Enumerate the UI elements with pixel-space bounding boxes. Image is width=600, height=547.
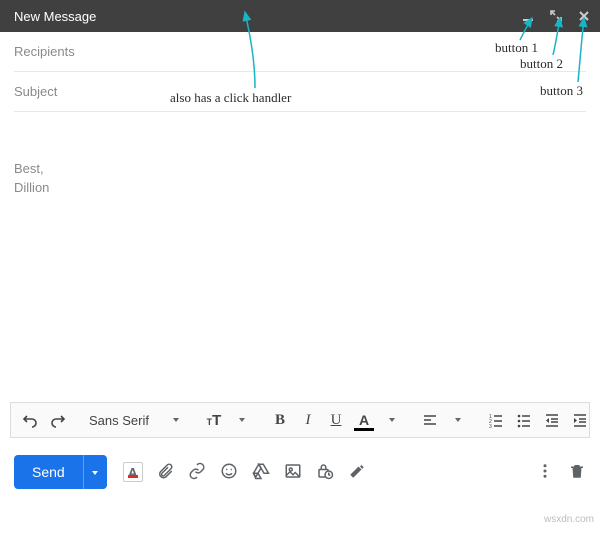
send-button-group: Send [14, 455, 107, 489]
underline-button[interactable]: U [323, 407, 349, 433]
paperclip-icon [156, 462, 174, 483]
insert-drive-button[interactable] [251, 462, 271, 482]
bottom-bar: Send A [0, 446, 600, 498]
indent-more-icon [572, 412, 588, 428]
pen-icon [348, 462, 366, 483]
trash-icon [568, 467, 586, 483]
text-format-button[interactable]: A [123, 462, 143, 482]
subject-field[interactable]: Subject [14, 72, 586, 112]
more-vertical-icon [536, 467, 554, 483]
send-options-dropdown[interactable] [83, 455, 107, 489]
font-family-label: Sans Serif [89, 413, 149, 428]
emoji-icon [220, 462, 238, 483]
close-icon [577, 9, 591, 23]
image-icon [284, 462, 302, 483]
align-left-icon [422, 412, 438, 428]
redo-button[interactable] [45, 407, 71, 433]
attach-file-button[interactable] [155, 462, 175, 482]
confidential-mode-button[interactable] [315, 462, 335, 482]
subject-label: Subject [14, 84, 57, 99]
more-options-button[interactable] [536, 462, 554, 483]
color-bar [354, 428, 374, 431]
text-color-dropdown[interactable] [379, 407, 405, 433]
chevron-down-icon [388, 416, 396, 424]
insert-emoji-button[interactable] [219, 462, 239, 482]
undo-icon [22, 412, 38, 428]
indent-more-button[interactable] [567, 407, 593, 433]
insert-signature-button[interactable] [347, 462, 367, 482]
svg-text:3: 3 [489, 424, 492, 428]
numbered-list-icon: 123 [488, 412, 504, 428]
recipients-field[interactable]: Recipients [14, 32, 586, 72]
close-button[interactable] [576, 8, 592, 24]
small-t-icon: T [207, 417, 213, 427]
insert-photo-button[interactable] [283, 462, 303, 482]
link-icon [188, 462, 206, 483]
font-size-dropdown[interactable] [229, 407, 255, 433]
big-t-icon: T [212, 412, 221, 429]
minimize-icon [521, 9, 535, 23]
align-dropdown[interactable] [445, 407, 471, 433]
insert-link-button[interactable] [187, 462, 207, 482]
bulleted-list-button[interactable] [511, 407, 537, 433]
body-line-1: Best, [14, 160, 586, 179]
lock-clock-icon [316, 462, 334, 483]
message-body[interactable]: Best, Dillion [0, 112, 600, 402]
chevron-down-icon [238, 416, 246, 424]
chevron-down-icon [172, 416, 180, 424]
recipients-label: Recipients [14, 44, 75, 59]
fullscreen-button[interactable] [548, 8, 564, 24]
body-line-2: Dillion [14, 179, 586, 198]
red-underline [128, 475, 138, 478]
redo-icon [50, 412, 66, 428]
font-family-dropdown[interactable] [163, 407, 189, 433]
bulleted-list-icon [516, 412, 532, 428]
bold-button[interactable]: B [267, 407, 293, 433]
watermark: wsxdn.com [544, 514, 594, 525]
fullscreen-icon [549, 9, 563, 23]
formatting-toolbar: Sans Serif TT B I U A 123 [10, 402, 590, 438]
font-size-button[interactable]: TT [201, 407, 227, 433]
italic-button[interactable]: I [295, 407, 321, 433]
drive-icon [252, 462, 270, 483]
discard-draft-button[interactable] [568, 462, 586, 483]
font-family-select[interactable]: Sans Serif [83, 407, 161, 433]
align-button[interactable] [417, 407, 443, 433]
indent-less-button[interactable] [539, 407, 565, 433]
send-button[interactable]: Send [14, 455, 83, 489]
window-title: New Message [14, 9, 96, 24]
indent-less-icon [544, 412, 560, 428]
chevron-down-icon [454, 416, 462, 424]
numbered-list-button[interactable]: 123 [483, 407, 509, 433]
minimize-button[interactable] [520, 8, 536, 24]
text-color-button[interactable]: A [351, 407, 377, 433]
chevron-down-icon [91, 465, 99, 480]
header-clickable-area[interactable] [96, 0, 520, 32]
undo-button[interactable] [17, 407, 43, 433]
